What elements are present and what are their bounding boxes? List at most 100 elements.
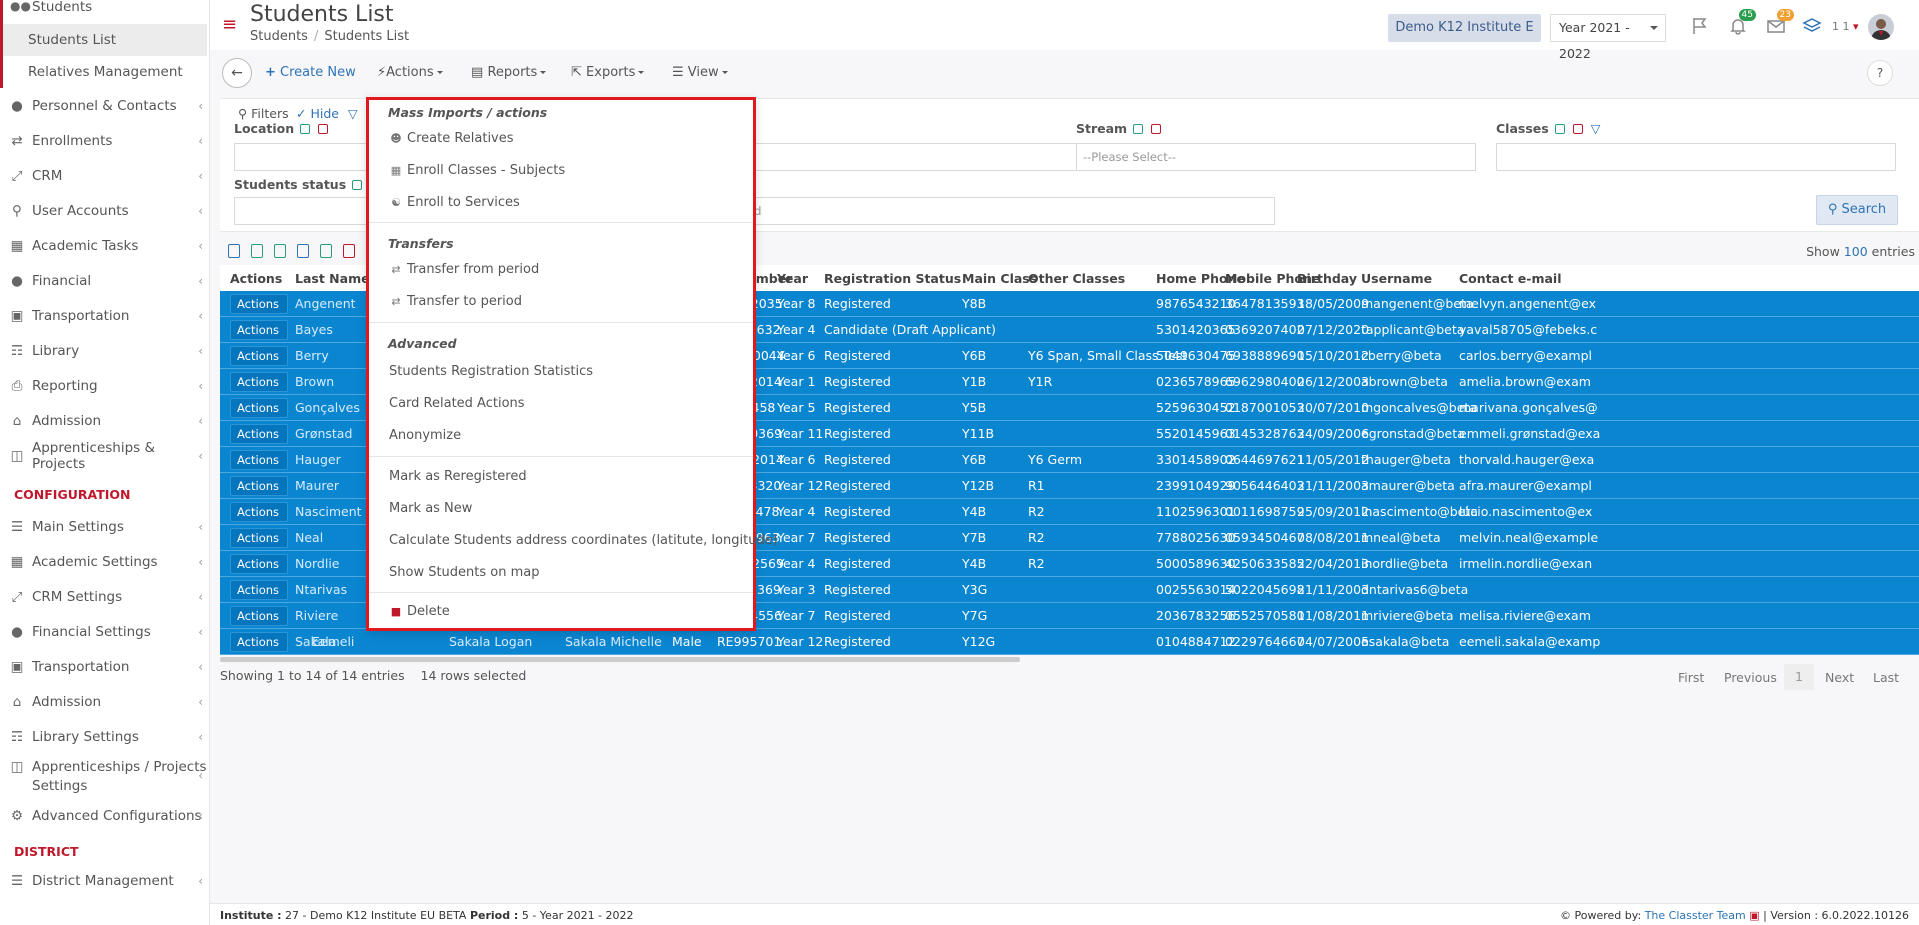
flag-icon[interactable] (1688, 14, 1712, 38)
reports-button[interactable]: ▤ Reports (471, 65, 547, 80)
sidebar-item-user-accounts[interactable]: ⚲ User Accounts ‹ (0, 193, 209, 228)
excel-icon[interactable] (251, 244, 263, 258)
cell-last[interactable]: Grønstad (295, 426, 352, 441)
column-header-birthday[interactable]: Birthday (1297, 271, 1357, 286)
sidebar-item-reporting[interactable]: ⎙ Reporting ‹ (0, 368, 209, 403)
menu-item-delete[interactable]: ■ Delete (389, 604, 450, 619)
menu-item-mark-new[interactable]: Mark as New (389, 501, 472, 516)
sidebar-item-personnel-contacts[interactable]: ● Personnel & Contacts ‹ (0, 88, 209, 123)
print-icon[interactable] (228, 244, 240, 258)
pager-last[interactable]: Last (1873, 670, 1899, 685)
sidebar-item-apprenticeships-projects[interactable]: ◫ Apprenticeships & Projects ‹ (0, 438, 209, 473)
row-actions-button[interactable]: Actions (230, 580, 288, 600)
sidebar-item-academic-tasks[interactable]: ▦ Academic Tasks ‹ (0, 228, 209, 263)
menu-item-show-on-map[interactable]: Show Students on map (389, 565, 540, 580)
row-actions-button[interactable]: Actions (230, 476, 288, 496)
column-header-main-class[interactable]: Main Class (962, 271, 1037, 286)
clear-all-icon[interactable] (318, 124, 329, 134)
menu-item-transfer-to-period[interactable]: ⇄ Transfer to period (389, 294, 522, 309)
exports-button[interactable]: ⇱ Exports (571, 65, 645, 80)
breadcrumb-students[interactable]: Students (250, 29, 308, 44)
menu-item-transfer-from-period[interactable]: ⇄ Transfer from period (389, 262, 539, 277)
menu-item-registration-statistics[interactable]: Students Registration Statistics (389, 364, 593, 379)
clear-all-icon[interactable] (1572, 124, 1583, 134)
help-button[interactable]: ? (1867, 60, 1893, 86)
stream-select[interactable]: --Please Select-- (1076, 143, 1476, 171)
row-actions-button[interactable]: Actions (230, 294, 288, 314)
sidebar-item-financial[interactable]: ● Financial ‹ (0, 263, 209, 298)
row-actions-button[interactable]: Actions (230, 398, 288, 418)
sidebar-item-enrollments[interactable]: ⇄ Enrollments ‹ (0, 123, 209, 158)
cell-last[interactable]: Nasciment (295, 504, 362, 519)
cell-last[interactable]: Berry (295, 348, 329, 363)
column-header-other-classes[interactable]: Other Classes (1028, 271, 1125, 286)
mail-icon[interactable]: 23 (1764, 9, 1794, 38)
sidebar-item-academic-settings[interactable]: ▦ Academic Settings ‹ (0, 544, 209, 579)
row-actions-button[interactable]: Actions (230, 554, 288, 574)
sidebar-item-admission[interactable]: ⌂ Admission ‹ (0, 403, 209, 438)
menu-item-create-relatives[interactable]: ☻ Create Relatives (389, 131, 513, 146)
select-all-icon[interactable] (1554, 124, 1565, 134)
back-button[interactable]: ← (222, 58, 252, 88)
row-actions-button[interactable]: Actions (230, 424, 288, 444)
row-actions-button[interactable]: Actions (230, 606, 288, 626)
hide-filters-link[interactable]: ✓ Hide (296, 106, 339, 121)
sidebar-item-crm-settings[interactable]: ⤢ CRM Settings ‹ (0, 579, 209, 614)
classter-team-link[interactable]: The Classter Team (1645, 909, 1746, 922)
copy-icon[interactable] (297, 244, 309, 258)
row-actions-button[interactable]: Actions (230, 346, 288, 366)
bell-icon[interactable]: 45 (1726, 9, 1756, 38)
horizontal-scrollbar[interactable] (220, 657, 1020, 662)
column-header-actions[interactable]: Actions (230, 271, 282, 286)
sidebar-item-library-settings[interactable]: ☶ Library Settings ‹ (0, 719, 209, 754)
menu-item-calculate-coordinates[interactable]: Calculate Students address coordinates (… (389, 533, 778, 548)
page-length-select[interactable]: 100 (1844, 244, 1868, 259)
column-header-contact-e-mail[interactable]: Contact e-mail (1459, 271, 1562, 286)
cell-last[interactable]: Ntarivas (295, 582, 347, 597)
classes-input[interactable] (1496, 143, 1896, 171)
actions-button[interactable]: ⚡Actions (377, 65, 443, 80)
pager-previous[interactable]: Previous (1724, 670, 1777, 685)
menu-item-mark-reregistered[interactable]: Mark as Reregistered (389, 469, 527, 484)
table-row[interactable]: Actions Sakala Eemeli Sakala Logan Sakala Mi… (220, 629, 1919, 655)
cell-last[interactable]: Nordlie (295, 556, 340, 571)
cell-last[interactable]: Gonçalves (295, 400, 360, 415)
sidebar-item-transportation[interactable]: ▣ Transportation ‹ (0, 649, 209, 684)
menu-toggle-icon[interactable]: ≡ (222, 16, 237, 34)
column-header-year[interactable]: Year (777, 271, 808, 286)
cell-last[interactable]: Angenent (295, 296, 356, 311)
sidebar-subitem-students-list[interactable]: Students List (0, 24, 207, 56)
layers-icon[interactable] (1800, 14, 1824, 38)
csv-icon[interactable] (274, 244, 286, 258)
user-counter[interactable]: 1 1 ▾ (1832, 20, 1859, 33)
row-actions-button[interactable]: Actions (230, 632, 288, 652)
deselect-rows-icon[interactable] (343, 244, 355, 258)
sidebar-item-crm[interactable]: ⤢ CRM ‹ (0, 158, 209, 193)
cell-first[interactable]: Eemeli (312, 634, 354, 649)
row-actions-button[interactable]: Actions (230, 372, 288, 392)
sidebar-item-financial-settings[interactable]: ● Financial Settings ‹ (0, 614, 209, 649)
filter-funnel-icon[interactable]: ▽ (348, 106, 358, 121)
pager-current-page[interactable]: 1 (1784, 664, 1814, 690)
sidebar-item-admission[interactable]: ⌂ Admission ‹ (0, 684, 209, 719)
row-actions-button[interactable]: Actions (230, 502, 288, 522)
pager-first[interactable]: First (1678, 670, 1704, 685)
secondary-filter-input[interactable]: ed (740, 197, 1275, 225)
menu-item-enroll-services[interactable]: ☯ Enroll to Services (389, 195, 520, 210)
select-all-rows-icon[interactable] (320, 244, 332, 258)
cell-last[interactable]: Neal (295, 530, 323, 545)
institute-selector[interactable]: Demo K12 Institute E (1388, 14, 1541, 42)
menu-item-card-related-actions[interactable]: Card Related Actions (389, 396, 525, 411)
sidebar-item-advanced-configurations[interactable]: ⚙ Advanced Configurations ‹ (0, 798, 209, 833)
location-input[interactable] (234, 143, 384, 171)
row-actions-button[interactable]: Actions (230, 320, 288, 340)
pager-next[interactable]: Next (1825, 670, 1854, 685)
sidebar-item-district-management[interactable]: ☰ District Management ‹ (0, 863, 209, 898)
create-new-button[interactable]: + Create New (265, 65, 356, 80)
view-button[interactable]: ☰ View (672, 65, 728, 80)
sidebar-item-apprenticeships-projects-settings[interactable]: ◫ Apprenticeships / Projects Settings ‹ (0, 754, 209, 798)
students-status-input[interactable] (234, 197, 384, 225)
sidebar-item-students[interactable]: ●● Students (0, 0, 209, 16)
sidebar-subitem-relatives-management[interactable]: Relatives Management (0, 56, 209, 88)
select-all-icon[interactable] (352, 180, 363, 190)
